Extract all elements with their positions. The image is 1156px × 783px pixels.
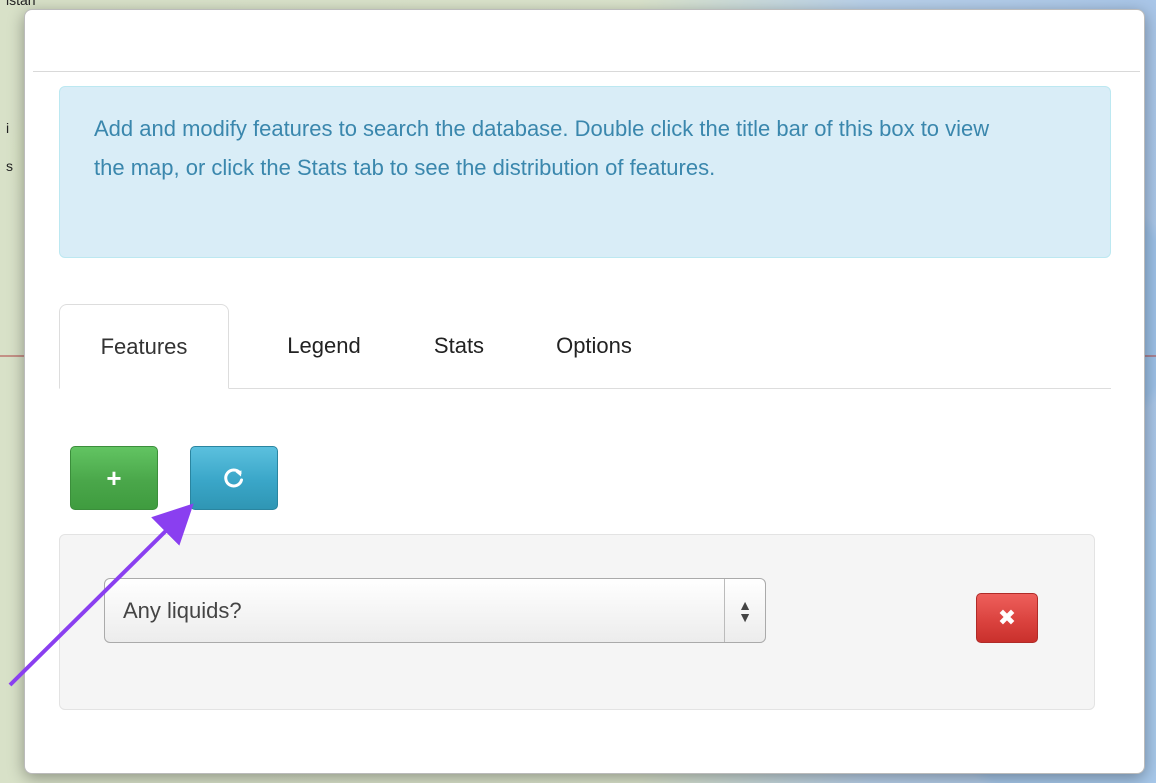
plus-icon: + xyxy=(106,462,122,493)
tab-legend[interactable]: Legend xyxy=(259,304,389,388)
tab-options[interactable]: Options xyxy=(529,304,659,388)
tab-bar: Features Legend Stats Options xyxy=(59,304,1111,389)
map-road xyxy=(0,355,24,357)
select-arrows-icon: ▲ ▼ xyxy=(724,579,765,642)
close-icon: ✖ xyxy=(997,605,1017,630)
tab-features[interactable]: Features xyxy=(59,304,229,389)
refresh-icon xyxy=(224,468,243,488)
dialog-title-bar[interactable] xyxy=(33,10,1140,72)
info-alert: Add and modify features to search the da… xyxy=(59,86,1111,258)
tab-stats[interactable]: Stats xyxy=(409,304,509,388)
info-text: Add and modify features to search the da… xyxy=(94,116,990,180)
add-feature-button[interactable]: + xyxy=(70,446,158,510)
feature-row: Any liquids? ▲ ▼ ✖ xyxy=(59,534,1095,710)
remove-feature-button[interactable]: ✖ xyxy=(976,593,1038,643)
map-label: i xyxy=(6,120,10,136)
refresh-button[interactable] xyxy=(190,446,278,510)
feature-search-dialog: Add and modify features to search the da… xyxy=(24,9,1145,774)
feature-select-value: Any liquids? xyxy=(123,598,242,623)
map-label: s xyxy=(6,158,13,174)
map-label: istan xyxy=(6,0,36,8)
feature-select[interactable]: Any liquids? ▲ ▼ xyxy=(104,578,766,643)
